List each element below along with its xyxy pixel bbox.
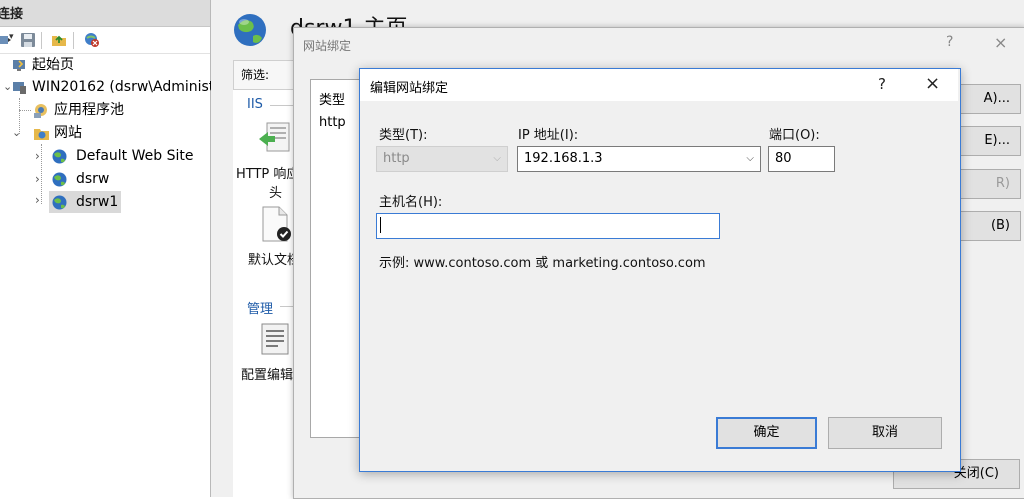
group-label-management: 管理 [247, 302, 274, 317]
text-caret [380, 217, 381, 233]
bindings-list[interactable] [310, 79, 364, 438]
tree-item-start-page[interactable]: 起始页 [0, 54, 210, 76]
dropdown-arrow-icon[interactable]: ▾ [9, 32, 14, 42]
feature-label[interactable]: 配置编辑 [241, 364, 293, 383]
port-label: 端口(O): [769, 128, 820, 143]
chevron-right-icon[interactable]: › [35, 193, 40, 207]
server-icon [13, 82, 26, 94]
folder-up-icon[interactable] [51, 32, 67, 48]
site-globe-icon [234, 14, 266, 46]
tree-item-label: dsrw [76, 171, 110, 187]
globe-icon [52, 195, 67, 210]
start-page-icon [13, 60, 25, 71]
connections-header: 连接 [0, 0, 210, 27]
host-name-input[interactable] [376, 213, 720, 239]
chevron-right-icon[interactable]: › [35, 145, 40, 167]
connections-title: 连接 [0, 7, 24, 22]
close-icon[interactable]: × [994, 33, 1007, 52]
example-text: 示例: www.contoso.com 或 marketing.contoso.… [379, 256, 706, 271]
site-bindings-title: 网站绑定 [303, 39, 352, 53]
close-icon[interactable]: × [925, 73, 940, 94]
port-value: 80 [775, 151, 792, 166]
tree-item-label: Default Web Site [76, 148, 194, 164]
port-input[interactable]: 80 [768, 146, 835, 172]
toolbar-separator [41, 32, 42, 49]
chevron-down-icon[interactable]: ⌄ [12, 122, 21, 144]
default-document-icon[interactable] [257, 205, 293, 243]
tree-item-dsrw1[interactable]: dsrw1 [49, 191, 121, 213]
configuration-editor-icon[interactable] [259, 322, 291, 356]
tree-item-label: 起始页 [32, 57, 74, 73]
chevron-down-icon: ⌵ [746, 153, 754, 164]
connections-toolbar: ▾ [0, 27, 210, 54]
http-response-headers-icon[interactable] [257, 121, 293, 157]
tree-item-dsrw[interactable]: › dsrw [0, 168, 210, 190]
tree-item-default-web-site[interactable]: › Default Web Site [0, 145, 210, 167]
bindings-column-type[interactable]: 类型 [319, 89, 345, 108]
tree-item-label: WIN20162 (dsrw\Administr [32, 79, 221, 95]
ip-address-select[interactable]: 192.168.1.3 ⌵ [517, 146, 761, 172]
type-select-value: http [383, 151, 410, 166]
feature-label[interactable]: 头 [269, 182, 282, 201]
type-select[interactable]: http ⌵ [376, 146, 508, 172]
help-icon[interactable]: ? [878, 75, 886, 93]
group-divider [270, 105, 295, 106]
help-icon[interactable]: ? [946, 34, 953, 50]
tree-item-app-pools[interactable]: 应用程序池 [0, 99, 210, 121]
bindings-row-type[interactable]: http [319, 115, 346, 130]
cancel-button[interactable]: 取消 [828, 417, 942, 449]
edit-binding-titlebar [360, 69, 958, 101]
tree-item-label: dsrw1 [76, 194, 119, 210]
host-name-label: 主机名(H): [379, 195, 443, 210]
globe-icon [52, 149, 67, 164]
feature-label[interactable]: HTTP 响应 [236, 163, 299, 182]
ip-address-value: 192.168.1.3 [524, 151, 603, 166]
edit-binding-title: 编辑网站绑定 [370, 81, 449, 96]
globe-icon [52, 172, 67, 187]
save-icon[interactable] [20, 32, 36, 48]
tree-item-label: 网站 [54, 125, 82, 141]
filter-label: 筛选: [241, 68, 270, 82]
tree-item-label: 应用程序池 [54, 102, 124, 118]
type-label: 类型(T): [379, 128, 428, 143]
chevron-down-icon: ⌵ [493, 153, 501, 164]
tree-item-server[interactable]: ⌄ WIN20162 (dsrw\Administr [0, 76, 220, 98]
app-pool-icon [34, 104, 47, 118]
sites-folder-icon [34, 129, 49, 140]
toolbar-separator [73, 32, 74, 49]
disconnect-icon[interactable] [84, 32, 100, 48]
ok-button[interactable]: 确定 [716, 417, 817, 449]
ip-address-label: IP 地址(I): [518, 128, 579, 143]
chevron-right-icon[interactable]: › [35, 168, 40, 190]
group-label-iis: IIS [247, 97, 263, 112]
tree-item-sites[interactable]: ⌄ 网站 [0, 122, 210, 144]
